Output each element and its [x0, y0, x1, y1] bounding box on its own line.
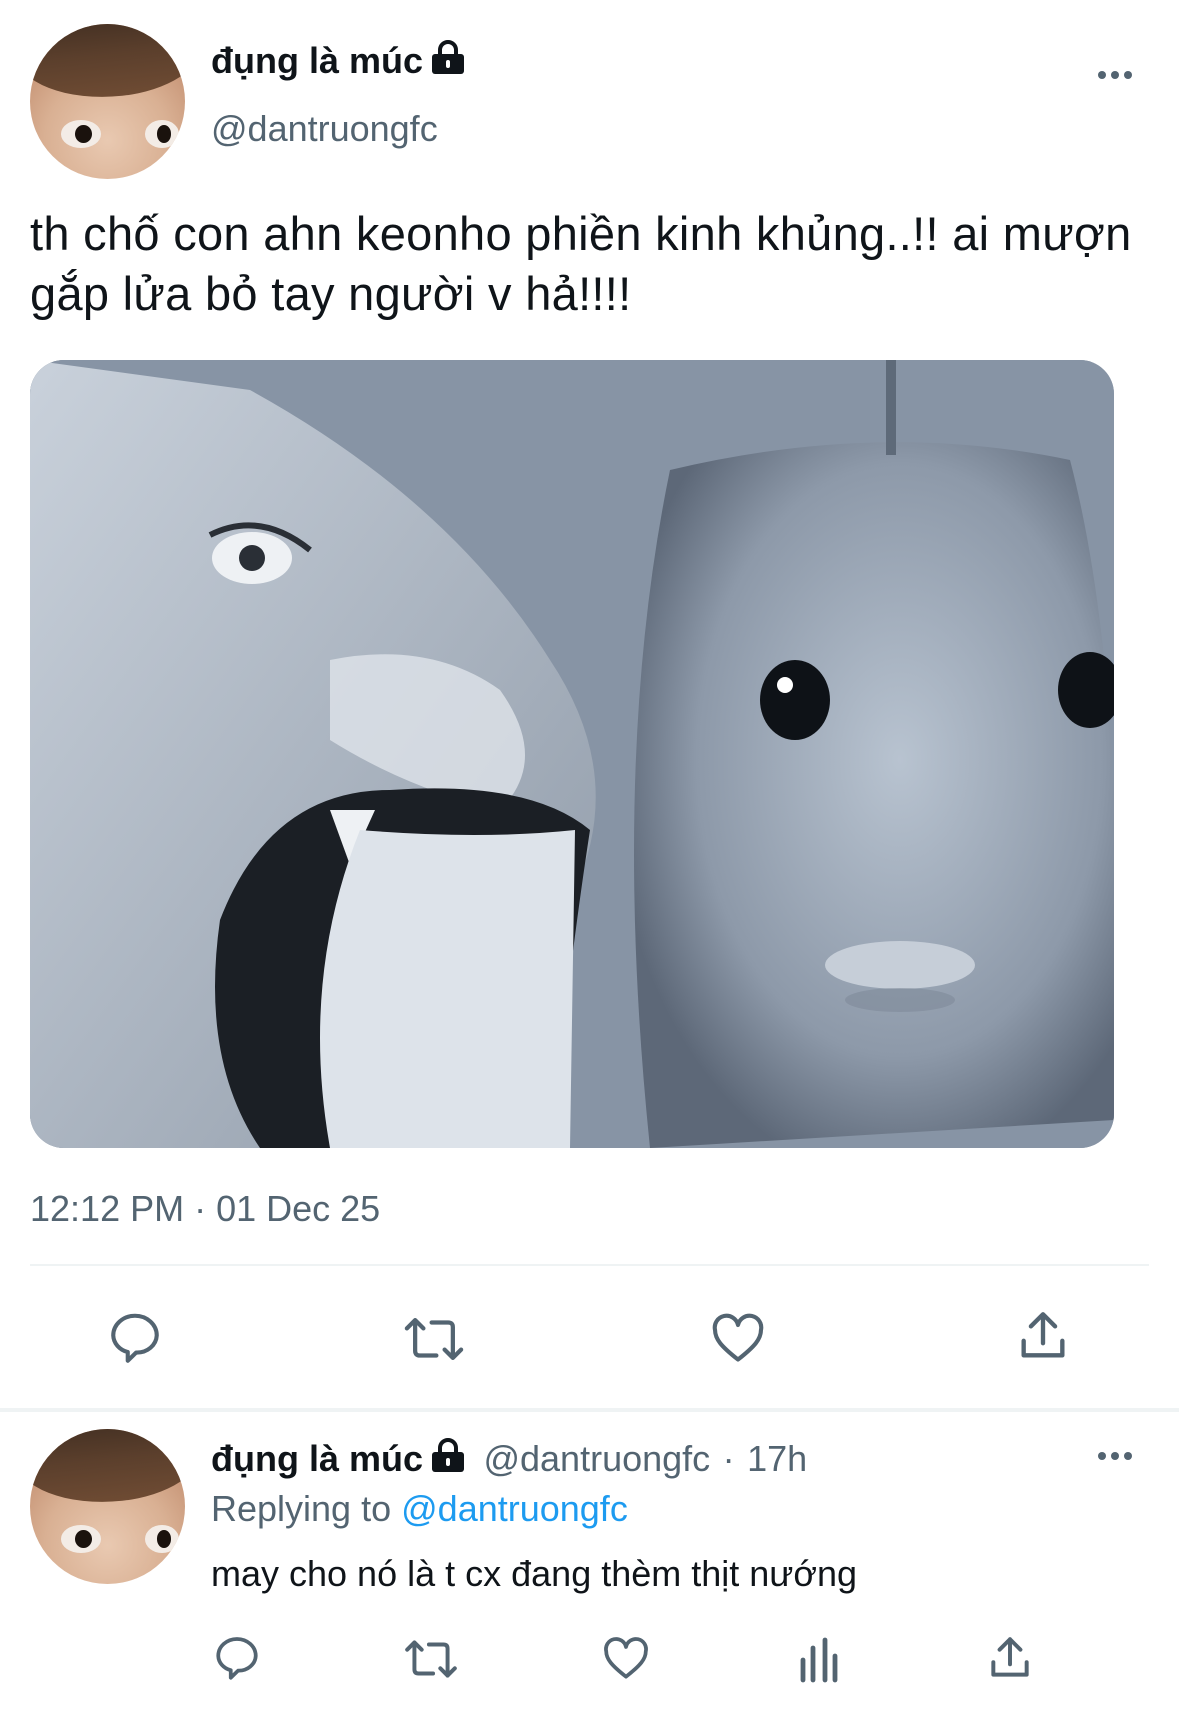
reply-more-options-icon[interactable]	[1098, 1452, 1132, 1460]
replying-to-line: Replying to @dantruongfc	[211, 1488, 628, 1530]
reply-header: đụng là múc @dantruongfc · 17h	[211, 1438, 807, 1480]
divider	[30, 1264, 1149, 1266]
lock-icon	[429, 1438, 467, 1479]
reply-reply-icon[interactable]	[212, 1634, 262, 1684]
reply-retweet-icon[interactable]	[402, 1634, 460, 1684]
author-name[interactable]: đụng là múc	[211, 40, 423, 81]
lock-icon	[429, 40, 467, 81]
share-icon[interactable]	[1014, 1306, 1072, 1366]
reply-age[interactable]: 17h	[747, 1438, 807, 1479]
author-handle[interactable]: @dantruongfc	[211, 108, 438, 150]
like-icon[interactable]	[708, 1310, 768, 1368]
replying-to-label: Replying to	[211, 1488, 392, 1529]
tweet-text: th chố con ahn keonho phiền kinh khủng..…	[30, 207, 1132, 320]
reply-author-handle[interactable]: @dantruongfc	[483, 1438, 710, 1479]
section-divider	[0, 1408, 1179, 1412]
reply-share-icon[interactable]	[985, 1632, 1035, 1684]
author-name-row[interactable]: đụng là múc	[211, 40, 467, 82]
more-options-icon[interactable]	[1098, 71, 1132, 79]
reply-analytics-icon[interactable]	[798, 1636, 840, 1684]
reply-text: may cho nó là t cx đang thèm thịt nướng	[211, 1553, 858, 1594]
reply-author-name[interactable]: đụng là múc	[211, 1438, 423, 1479]
author-avatar[interactable]	[30, 24, 185, 179]
tweet-timestamp[interactable]: 12:12 PM · 01 Dec 25	[30, 1188, 380, 1230]
separator-dot: ·	[722, 1438, 735, 1479]
reply-icon[interactable]	[106, 1310, 164, 1368]
replying-to-handle-link[interactable]: @dantruongfc	[401, 1488, 628, 1529]
reply-like-icon[interactable]	[600, 1634, 652, 1684]
tweet-media-image[interactable]	[30, 360, 1114, 1148]
retweet-icon[interactable]	[401, 1310, 467, 1368]
reply-author-avatar[interactable]	[30, 1429, 185, 1584]
meme-illustration	[30, 360, 1114, 1148]
